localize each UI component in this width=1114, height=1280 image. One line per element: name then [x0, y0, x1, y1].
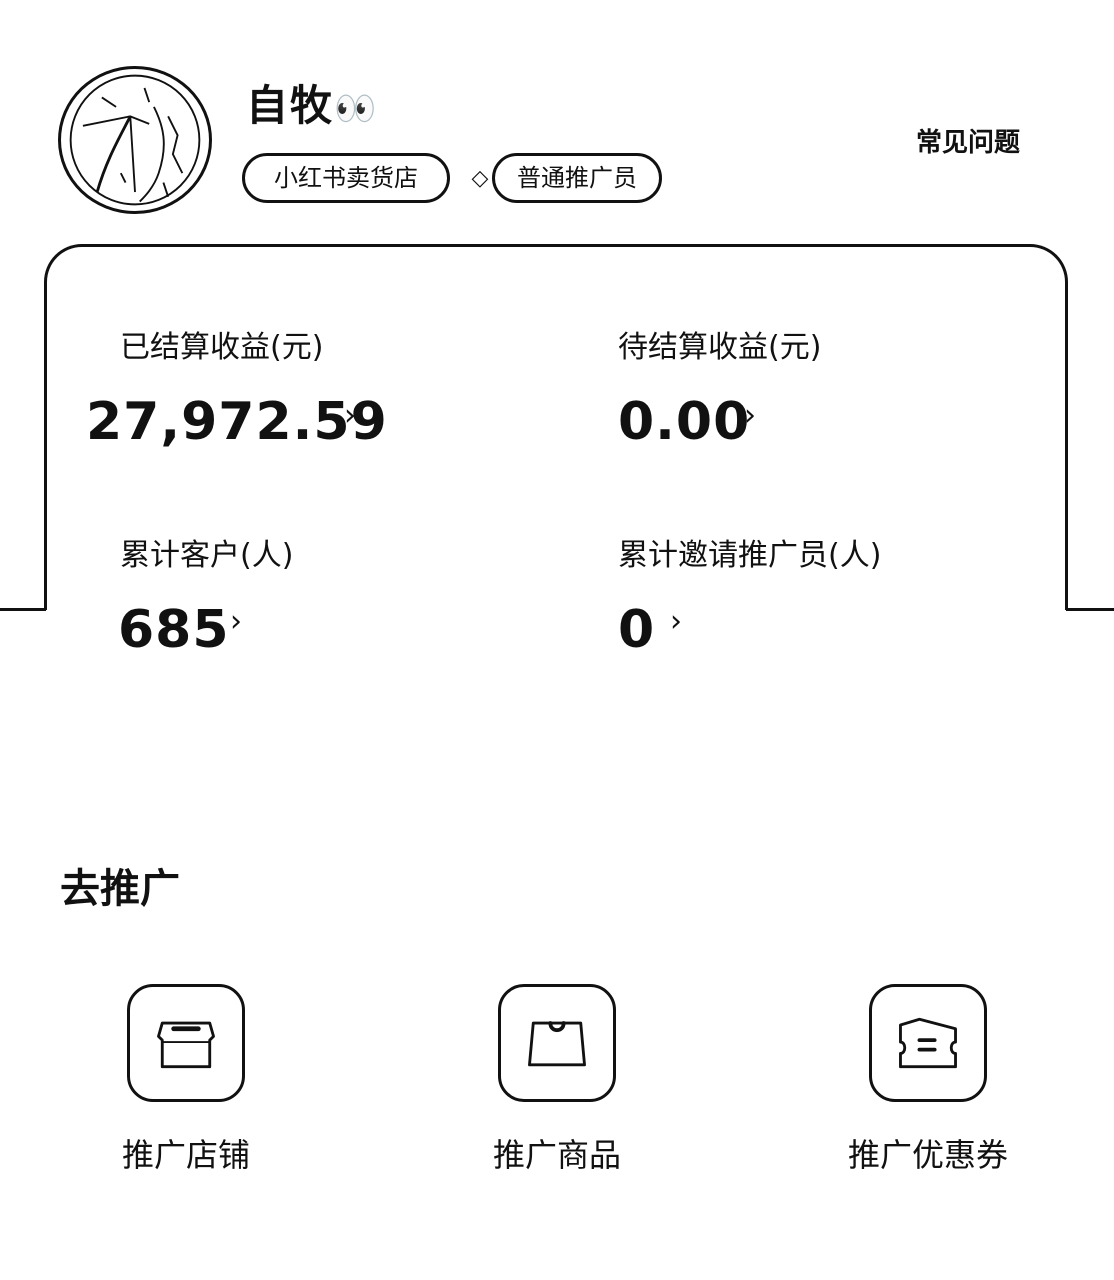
faq-link[interactable]: 常见问题: [916, 122, 1020, 159]
promote-product-button[interactable]: 推广商品: [447, 984, 667, 1184]
total-customers-label: 累计客户(人): [120, 538, 294, 573]
promote-section-title: 去推广: [60, 866, 180, 912]
promote-store-button[interactable]: 推广店铺: [76, 984, 296, 1184]
promote-coupon-label: 推广优惠券: [847, 1136, 1008, 1174]
chevron-right-icon[interactable]: ›: [670, 604, 682, 639]
chevron-right-icon[interactable]: ›: [230, 604, 242, 639]
settled-income-label: 已结算收益(元): [120, 330, 324, 365]
settled-income-value[interactable]: 27,972.59: [86, 392, 388, 452]
total-invited-label: 累计邀请推广员(人): [618, 538, 882, 573]
store-icon: [127, 984, 245, 1102]
total-invited-value[interactable]: 0: [618, 600, 655, 660]
username: 自牧👀: [246, 72, 376, 133]
pending-income-label: 待结算收益(元): [618, 330, 822, 365]
chevron-right-icon[interactable]: ›: [344, 398, 356, 433]
avatar-image: [69, 74, 201, 206]
chevron-right-icon[interactable]: ›: [744, 398, 756, 433]
promote-product-label: 推广商品: [492, 1136, 621, 1174]
role-tag[interactable]: 普通推广员: [492, 153, 662, 203]
promote-coupon-button[interactable]: 推广优惠券: [818, 984, 1038, 1184]
eyes-emoji: 👀: [334, 89, 377, 129]
coupon-icon: [869, 984, 987, 1102]
shopping-bag-icon: [498, 984, 616, 1102]
avatar[interactable]: [58, 66, 212, 214]
total-customers-value[interactable]: 685: [118, 600, 230, 660]
store-tag[interactable]: 小红书卖货店: [242, 153, 450, 203]
pending-income-value[interactable]: 0.00: [618, 392, 750, 452]
diamond-icon: ◇: [471, 166, 489, 191]
username-text: 自牧: [246, 81, 335, 130]
promote-store-label: 推广店铺: [121, 1136, 250, 1174]
